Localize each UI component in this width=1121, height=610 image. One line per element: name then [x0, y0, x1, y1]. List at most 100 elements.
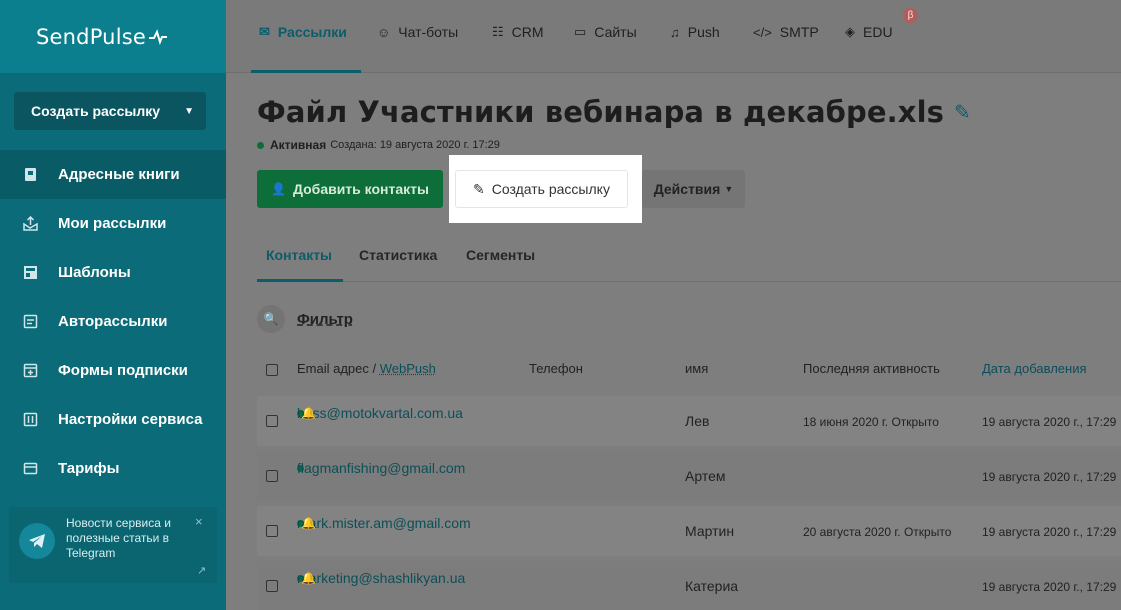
row-date-added: 19 августа 2020 г., 17:29: [982, 470, 1117, 484]
create-campaign-action-label: Создать рассылку: [491, 181, 610, 197]
logo[interactable]: SendPulse: [0, 0, 226, 73]
table-row[interactable]: boss@motokvartal.com.ua 🔔 Лев 18 июня 202…: [257, 396, 1121, 446]
topnav-item-label: Сайты: [594, 24, 637, 40]
add-user-icon: 👤: [271, 182, 286, 196]
row-checkbox[interactable]: [266, 415, 278, 427]
select-all-checkbox[interactable]: [266, 364, 278, 376]
telegram-promo[interactable]: Новости сервиса и полезные статьи в Tele…: [9, 507, 217, 583]
header-date-added[interactable]: Дата добавления: [982, 361, 1087, 376]
sidebar-item-pricing[interactable]: Тарифы: [0, 444, 226, 493]
tab-statistics[interactable]: Статистика: [359, 247, 437, 263]
actions-label: Действия: [653, 181, 721, 197]
push-bell-icon: 🔔: [301, 406, 316, 420]
settings-icon: [22, 412, 38, 428]
create-campaign-action-button[interactable]: ✎ Создать рассылку: [455, 170, 628, 208]
status-line: Активная Создана: 19 августа 2020 г. 17:…: [257, 138, 500, 152]
chat-icon: ☺: [377, 24, 391, 40]
sidebar-item-label: Формы подписки: [58, 362, 188, 379]
filter[interactable]: 🔍 Фильтр: [257, 305, 353, 333]
sidebar: SendPulse Создать рассылку ▼ Адресные кн…: [0, 0, 226, 610]
add-contacts-button[interactable]: 👤 Добавить контакты: [257, 170, 443, 208]
table-row[interactable]: mark.mister.am@gmail.com 🔔 Мартин 20 авгу…: [257, 506, 1121, 556]
email-text: marketing@shashlikyan.ua: [297, 570, 466, 586]
tab-contacts[interactable]: Контакты: [266, 247, 332, 263]
topnav-item-label: Push: [687, 24, 720, 40]
active-tab-underline: [251, 70, 361, 73]
sidebar-item-label: Авторассылки: [58, 313, 168, 330]
topnav-item-push[interactable]: ♫ Push: [670, 24, 720, 40]
created-date: Создана: 19 августа 2020 г. 17:29: [330, 139, 500, 151]
header-last-activity[interactable]: Последняя активность: [803, 361, 940, 376]
sidebar-item-address-books[interactable]: Адресные книги: [0, 150, 226, 199]
email-text: flagmanfishing@gmail.com: [297, 460, 466, 476]
topnav-item-sites[interactable]: ▭ Сайты: [574, 24, 637, 40]
topnav-item-edu[interactable]: ◈ EDU: [845, 24, 893, 40]
table-row[interactable]: marketing@shashlikyan.ua 🔔 Катериа 19 авг…: [257, 561, 1121, 610]
row-checkbox[interactable]: [266, 580, 278, 592]
sidebar-item-my-campaigns[interactable]: Мои рассылки: [0, 199, 226, 248]
header-phone[interactable]: Телефон: [529, 361, 583, 376]
topnav-item-smtp[interactable]: </> SMTP: [753, 24, 819, 40]
sidebar-item-label: Адресные книги: [58, 166, 180, 183]
header-email: Email адрес / WebPush: [297, 361, 436, 376]
topnav-item-campaigns[interactable]: ✉ Рассылки: [259, 24, 347, 40]
edit-pencil-icon[interactable]: ✎: [954, 100, 971, 124]
crm-icon: ☷: [492, 24, 504, 39]
main-content: ✉ Рассылки ☺ Чат-боты ☷ CRM ▭ Сайты ♫ Pu…: [226, 0, 1121, 610]
page-title: Файл Участники вебинара в декабре.xls ✎: [257, 95, 971, 129]
sidebar-item-label: Тарифы: [58, 460, 120, 477]
filter-label[interactable]: Фильтр: [297, 311, 353, 328]
topnav-item-label: SMTP: [779, 24, 819, 40]
mail-icon: ✉: [259, 24, 270, 39]
forms-icon: [22, 363, 38, 379]
status-dot: [257, 141, 264, 149]
topnav-item-label: Чат-боты: [398, 24, 459, 40]
sidebar-item-label: Настройки сервиса: [58, 411, 203, 428]
topnav-item-chatbots[interactable]: ☺ Чат-боты: [377, 24, 458, 40]
create-campaign-label: Создать рассылку: [31, 103, 161, 119]
sidebar-item-automation[interactable]: Авторассылки: [0, 297, 226, 346]
chevron-down-icon: ▼: [724, 184, 734, 194]
telegram-icon: [19, 523, 55, 559]
row-checkbox[interactable]: [266, 470, 278, 482]
campaigns-icon: [22, 216, 38, 232]
automation-icon: [22, 314, 38, 330]
add-contacts-label: Добавить контакты: [292, 181, 429, 197]
beta-badge: β: [903, 8, 918, 23]
external-link-icon[interactable]: ↗: [197, 564, 206, 577]
table-row[interactable]: flagmanfishing@gmail.com Артем 19 август…: [257, 451, 1121, 501]
topnav-item-label: CRM: [511, 24, 544, 40]
sidebar-item-label: Мои рассылки: [58, 215, 167, 232]
sidebar-item-settings[interactable]: Настройки сервиса: [0, 395, 226, 444]
address-book-icon: [22, 167, 38, 183]
row-name: Артем: [685, 468, 726, 484]
email-text: mark.mister.am@gmail.com: [297, 515, 471, 531]
row-checkbox[interactable]: [266, 525, 278, 537]
telegram-promo-text: Новости сервиса и полезные статьи в Tele…: [66, 516, 171, 560]
row-date-added: 19 августа 2020 г., 17:29: [982, 580, 1117, 594]
close-icon[interactable]: ×: [195, 514, 203, 529]
topnav-item-crm[interactable]: ☷ CRM: [492, 24, 544, 40]
bell-icon: ♫: [670, 24, 680, 40]
tab-segments[interactable]: Сегменты: [466, 247, 535, 263]
sidebar-item-templates[interactable]: Шаблоны: [0, 248, 226, 297]
edit-icon: ✎: [473, 180, 485, 197]
row-name: Мартин: [685, 523, 735, 539]
brand-name: SendPulse: [36, 24, 146, 49]
email-text: boss@motokvartal.com.ua: [297, 405, 463, 421]
row-date-added: 19 августа 2020 г., 17:29: [982, 415, 1117, 429]
sidebar-item-forms[interactable]: Формы подписки: [0, 346, 226, 395]
create-campaign-button[interactable]: Создать рассылку ▼: [14, 92, 206, 130]
row-name: Лев: [685, 413, 710, 429]
status-badge: Активная: [270, 138, 327, 152]
page-title-text: Файл Участники вебинара в декабре.xls: [257, 95, 944, 129]
pricing-icon: [22, 461, 38, 477]
header-name[interactable]: имя: [685, 361, 708, 376]
header-webpush-link[interactable]: WebPush: [380, 361, 436, 376]
search-icon[interactable]: 🔍: [257, 305, 285, 333]
chevron-down-icon[interactable]: ▼: [184, 106, 194, 117]
sidebar-item-label: Шаблоны: [58, 264, 131, 281]
actions-dropdown[interactable]: Действия ▼: [642, 170, 745, 208]
sites-icon: ▭: [574, 24, 587, 39]
topnav-item-label: EDU: [863, 24, 893, 40]
